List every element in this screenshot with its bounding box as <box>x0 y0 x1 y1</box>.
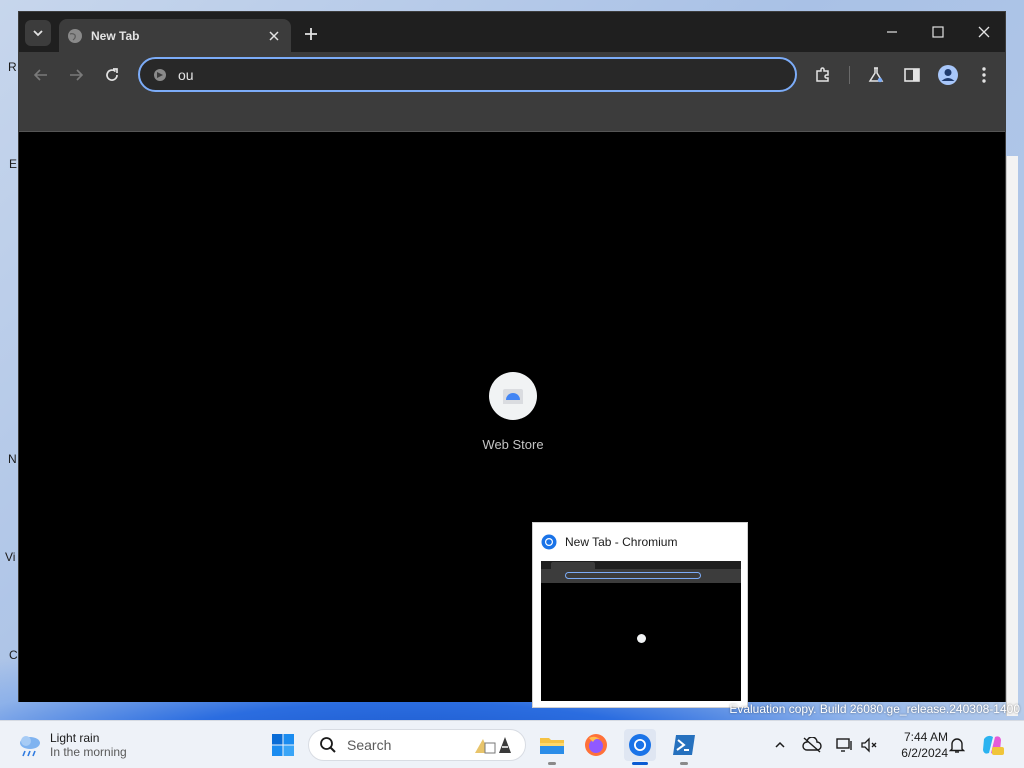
weather-widget[interactable]: Light rain In the morning <box>16 727 127 763</box>
web-store-icon <box>501 384 525 408</box>
taskbar-search[interactable]: Search <box>308 729 526 761</box>
close-icon <box>978 26 990 38</box>
taskbar-chromium[interactable] <box>624 729 656 765</box>
thumb-tab <box>551 562 595 569</box>
minimize-icon <box>886 26 898 38</box>
firefox-icon <box>584 733 608 757</box>
site-info-icon[interactable] <box>152 67 168 83</box>
reload-button[interactable] <box>99 62 125 88</box>
puzzle-icon <box>814 66 832 84</box>
chevron-down-icon <box>32 27 44 39</box>
taskbar-terminal[interactable] <box>668 729 700 765</box>
extensions-button[interactable] <box>810 62 836 88</box>
globe-icon <box>67 28 83 44</box>
running-indicator <box>680 762 688 765</box>
copilot-button[interactable] <box>980 733 1004 757</box>
network-icon <box>835 737 853 753</box>
thumb-shortcut <box>637 634 646 643</box>
tray-network[interactable] <box>832 733 856 757</box>
kebab-menu-icon <box>981 66 987 84</box>
powershell-icon <box>672 734 696 756</box>
show-hidden-icons-button[interactable] <box>768 733 792 757</box>
thumb-omnibox <box>565 572 701 579</box>
cloud-off-icon <box>802 737 822 753</box>
taskbar-thumbnail-preview[interactable]: New Tab - Chromium <box>532 522 748 708</box>
taskbar-clock[interactable]: 7:44 AM 6/2/2024 <box>886 729 948 761</box>
reload-icon <box>104 67 120 83</box>
shortcut-icon-circle <box>489 372 537 420</box>
desktop-icon-label: Vi <box>5 550 16 564</box>
chevron-up-icon <box>774 739 786 751</box>
browser-titlebar: New Tab <box>19 12 1005 52</box>
toolbar-divider <box>849 66 850 84</box>
chromium-icon <box>541 534 557 550</box>
rain-cloud-icon <box>16 731 44 759</box>
browser-window: New Tab ou Web Store <box>18 11 1006 702</box>
active-indicator <box>632 762 648 765</box>
new-tab-button[interactable] <box>299 22 323 46</box>
volume-muted-icon <box>860 737 878 753</box>
weather-text: Light rain In the morning <box>50 731 127 759</box>
evaluation-watermark: Evaluation copy. Build 26080.ge_release.… <box>729 702 1020 716</box>
preview-title: New Tab - Chromium <box>565 535 678 549</box>
taskbar: Light rain In the morning Search 7:44 AM… <box>0 720 1024 768</box>
taskbar-file-explorer[interactable] <box>536 729 568 765</box>
notifications-button[interactable] <box>945 733 969 757</box>
copilot-icon <box>980 733 1004 757</box>
background-window-edge[interactable] <box>1006 156 1018 716</box>
avatar-icon <box>937 64 959 86</box>
bell-icon <box>949 736 965 754</box>
desktop-icon-label: R <box>8 60 17 74</box>
plus-icon <box>304 27 318 41</box>
side-panel-icon <box>903 66 921 84</box>
start-button[interactable] <box>267 729 299 761</box>
tray-volume[interactable] <box>857 733 881 757</box>
close-tab-icon[interactable] <box>265 27 283 45</box>
labs-button[interactable] <box>863 62 889 88</box>
weather-detail: In the morning <box>50 745 127 759</box>
windows-logo-icon <box>271 733 295 757</box>
running-indicator <box>548 762 556 765</box>
arrow-left-icon <box>33 67 49 83</box>
desktop-icon-label: C <box>9 648 18 662</box>
clock-time: 7:44 AM <box>903 730 948 744</box>
forward-button[interactable] <box>63 62 89 88</box>
desktop-icon-label: N <box>8 452 17 466</box>
flask-icon <box>867 66 885 84</box>
shortcut-web-store[interactable]: Web Store <box>465 372 561 462</box>
folder-icon <box>539 734 565 756</box>
arrow-right-icon <box>68 67 84 83</box>
new-tab-page: Web Store <box>19 132 1005 702</box>
minimize-button[interactable] <box>869 12 915 52</box>
back-button[interactable] <box>28 62 54 88</box>
taskbar-firefox[interactable] <box>580 729 612 761</box>
chromium-icon <box>628 733 652 757</box>
tab-title: New Tab <box>91 28 140 43</box>
search-highlight-icon <box>471 733 515 757</box>
tab-new-tab[interactable]: New Tab <box>59 19 291 52</box>
tab-search-button[interactable] <box>25 20 51 46</box>
desktop-icon-label: E <box>9 157 18 171</box>
shortcut-label: Web Store <box>482 437 544 452</box>
maximize-button[interactable] <box>915 12 961 52</box>
preview-header: New Tab - Chromium <box>533 523 747 561</box>
clock-date: 6/2/2024 <box>901 746 948 760</box>
close-window-button[interactable] <box>961 12 1007 52</box>
menu-button[interactable] <box>971 62 997 88</box>
bookmarks-bar <box>19 98 1005 132</box>
address-bar[interactable] <box>138 57 797 92</box>
weather-condition: Light rain <box>50 731 100 745</box>
search-icon <box>319 736 337 754</box>
address-input[interactable] <box>178 66 783 83</box>
maximize-icon <box>932 26 944 38</box>
search-placeholder: Search <box>347 737 392 753</box>
profile-button[interactable] <box>935 62 961 88</box>
browser-toolbar <box>19 52 1005 98</box>
tray-cloud-off[interactable] <box>800 733 824 757</box>
preview-thumbnail[interactable] <box>541 561 741 701</box>
side-panel-button[interactable] <box>899 62 925 88</box>
